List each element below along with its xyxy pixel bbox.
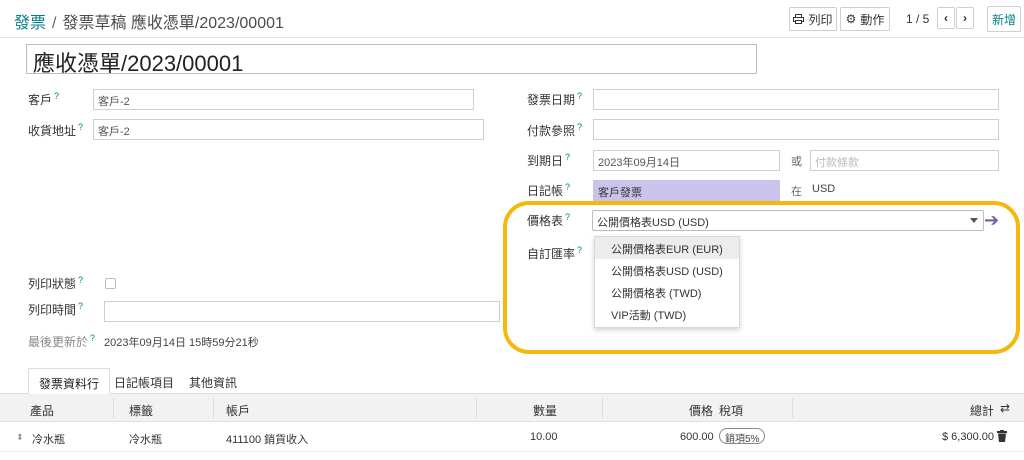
tab-journal-items[interactable]: 日記帳項目: [104, 368, 184, 394]
cell-product[interactable]: 冷水瓶: [32, 431, 65, 447]
column-settings-icon[interactable]: ⇄: [1000, 401, 1010, 415]
print-label: 列印: [808, 12, 833, 27]
control-panel: 發票 / 發票草稿 應收憑單/2023/00001 列印 ⚙ 動作 1 / 5 ‹ …: [0, 0, 1024, 38]
last-updated-label: 最後更新於?: [28, 333, 96, 349]
tab-other-info[interactable]: 其他資訊: [179, 368, 247, 394]
print-time-label: 列印時間?: [28, 301, 84, 317]
column-price[interactable]: 價格: [689, 402, 713, 419]
customer-label: 客戶?: [28, 91, 60, 107]
pricelist-dropdown: 公開價格表EUR (EUR) 公開價格表USD (USD) 公開價格表 (TWD…: [594, 236, 740, 328]
print-status-checkbox[interactable]: [105, 278, 116, 289]
drag-handle-icon[interactable]: ⬍: [16, 432, 24, 443]
pricelist-option[interactable]: 公開價格表USD (USD): [595, 259, 739, 281]
due-date-field[interactable]: 2023年09月14日: [593, 150, 780, 171]
action-label: 動作: [860, 12, 885, 27]
invoice-title[interactable]: 應收憑單/2023/00001: [26, 44, 757, 76]
breadcrumb-separator: /: [52, 15, 57, 32]
last-updated-value: 2023年09月14日 15時59分21秒: [104, 337, 259, 349]
pager-value[interactable]: 1 / 5: [906, 12, 929, 26]
breadcrumb: 發票 / 發票草稿 應收憑單/2023/00001: [14, 9, 284, 33]
gear-icon: ⚙: [845, 12, 857, 26]
column-tax[interactable]: 稅項: [719, 402, 743, 419]
cell-account[interactable]: 411100 銷貨收入: [226, 431, 308, 447]
cell-quantity[interactable]: 10.00: [530, 431, 558, 443]
pager-next-button[interactable]: ›: [956, 7, 974, 29]
cell-label[interactable]: 冷水瓶: [129, 431, 162, 447]
custom-rate-label: 自訂匯率?: [527, 245, 583, 261]
pricelist-select[interactable]: 公開價格表USD (USD): [592, 210, 984, 231]
pricelist-option[interactable]: 公開價格表 (TWD): [595, 281, 739, 303]
column-divider: [602, 398, 603, 418]
pager-previous-button[interactable]: ‹: [937, 7, 955, 29]
pricelist-label: 價格表?: [527, 212, 571, 228]
journal-field[interactable]: 客戶發票: [593, 180, 780, 201]
delivery-address-field[interactable]: 客戶-2: [93, 119, 484, 140]
print-status-label: 列印狀態?: [28, 275, 84, 291]
trash-icon[interactable]: [997, 430, 1007, 445]
column-total[interactable]: 總計: [970, 402, 994, 419]
cell-total: $ 6,300.00: [942, 431, 994, 443]
column-divider: [113, 398, 114, 418]
print-button[interactable]: 列印: [789, 7, 837, 31]
breadcrumb-invoices-link[interactable]: 發票: [14, 15, 46, 32]
tab-invoice-lines[interactable]: 發票資料行: [28, 368, 111, 394]
column-divider: [213, 398, 214, 418]
column-product[interactable]: 產品: [30, 402, 54, 419]
notebook-tabs: 發票資料行 日記帳項目 其他資訊: [0, 368, 1024, 394]
tax-badge[interactable]: 銷項5%: [719, 428, 766, 445]
column-quantity[interactable]: 數量: [533, 402, 557, 419]
table-header: 產品 標籤 帳戶 數量 價格 稅項 總計 ⇄: [0, 394, 1024, 422]
pricelist-selected-value: 公開價格表USD (USD): [597, 217, 709, 229]
pricelist-option[interactable]: VIP活動 (TWD): [595, 303, 739, 325]
printer-icon: [793, 14, 805, 24]
in-label: 在: [791, 186, 802, 198]
invoice-date-field[interactable]: [593, 89, 999, 110]
column-divider: [792, 398, 793, 418]
payment-terms-field[interactable]: 付款條款: [810, 150, 999, 171]
invoice-date-label: 發票日期?: [527, 91, 583, 107]
table-row[interactable]: ⬍ 冷水瓶 冷水瓶 411100 銷貨收入 10.00 600.00 銷項5% …: [0, 422, 1024, 452]
arrow-right-icon[interactable]: ➔: [984, 211, 1002, 229]
delivery-address-label: 收貨地址?: [28, 122, 84, 138]
action-button[interactable]: ⚙ 動作: [840, 7, 890, 31]
pricelist-option[interactable]: 公開價格表EUR (EUR): [595, 237, 739, 259]
caret-down-icon: [970, 218, 978, 223]
column-divider: [476, 398, 477, 418]
chevron-left-icon: ‹: [944, 11, 948, 25]
new-button[interactable]: 新增: [987, 6, 1021, 32]
currency-value[interactable]: USD: [812, 183, 835, 195]
print-time-field[interactable]: [104, 301, 500, 322]
column-account[interactable]: 帳戶: [226, 402, 250, 419]
column-label[interactable]: 標籤: [129, 402, 153, 419]
cell-price[interactable]: 600.00: [680, 431, 714, 443]
payment-reference-label: 付款參照?: [527, 122, 583, 138]
breadcrumb-current: 發票草稿 應收憑單/2023/00001: [62, 15, 284, 32]
chevron-right-icon: ›: [963, 11, 967, 25]
customer-field[interactable]: 客戶-2: [93, 89, 474, 110]
journal-label: 日記帳?: [527, 182, 571, 198]
payment-reference-field[interactable]: [593, 119, 999, 140]
due-date-label: 到期日?: [527, 152, 571, 168]
or-label: 或: [791, 156, 802, 168]
